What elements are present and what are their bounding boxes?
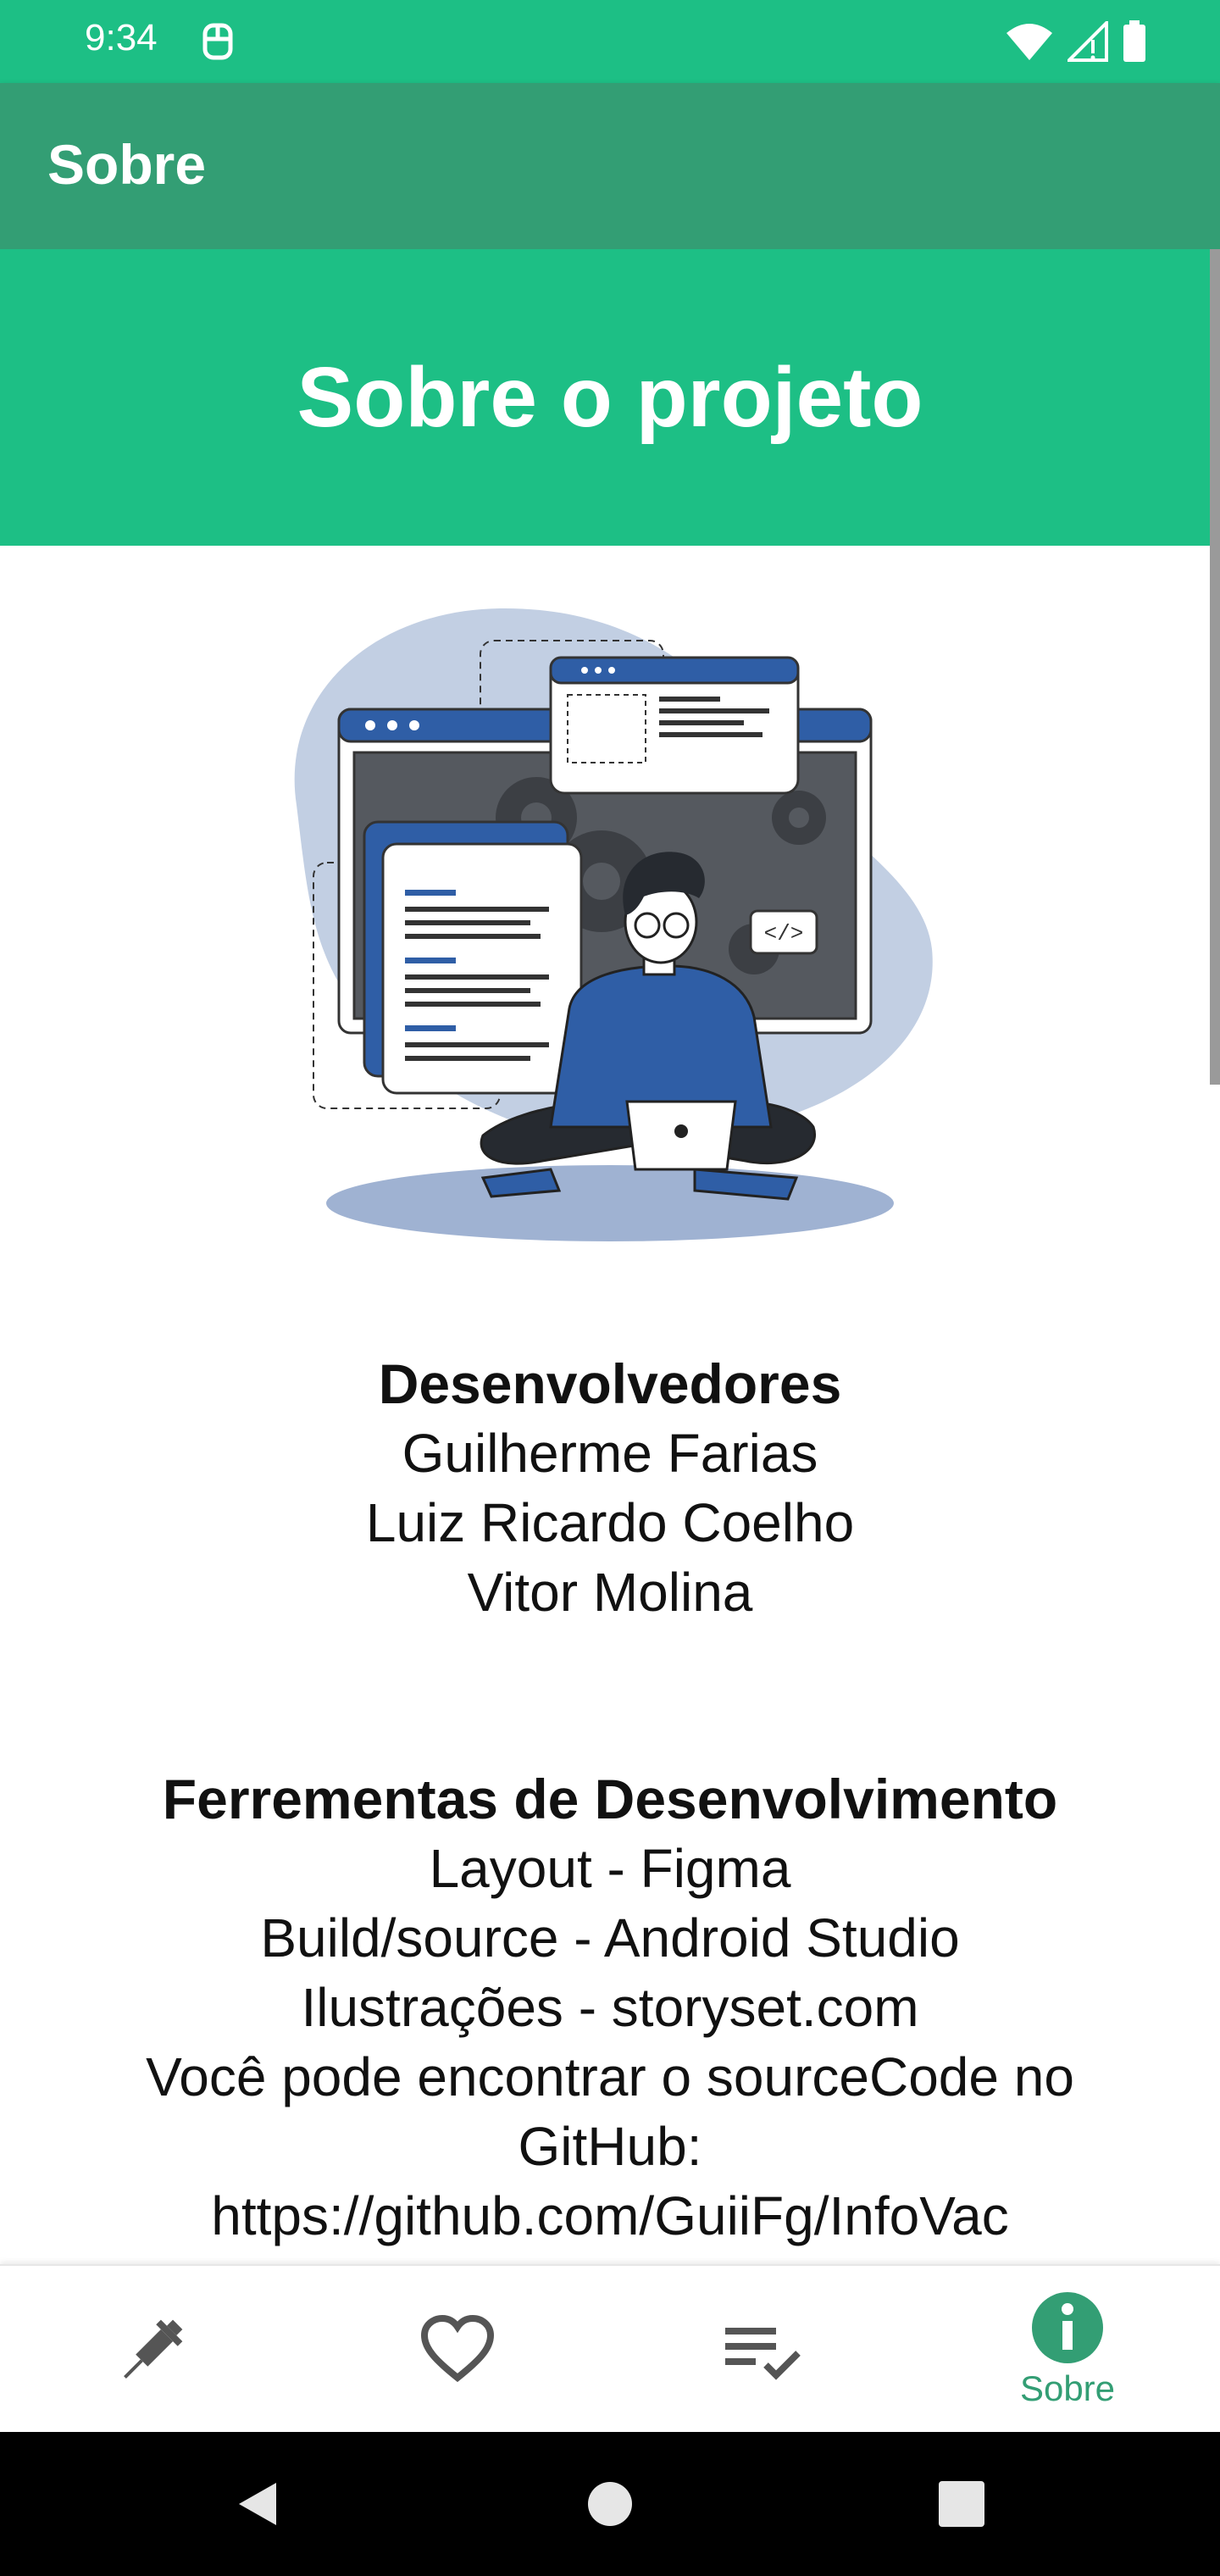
bottom-navigation: Sobre — [0, 2264, 1220, 2434]
source-code-text: Você pode encontrar o sourceCode no — [146, 2046, 1074, 2107]
tool-line: Ilustrações - storyset.com — [301, 1977, 919, 2038]
status-bar: 9:34 — [0, 0, 1220, 83]
developer-name: Luiz Ricardo Coelho — [365, 1492, 855, 1553]
heart-icon — [420, 2314, 495, 2383]
wifi-icon — [1006, 24, 1052, 60]
back-icon[interactable] — [227, 2474, 286, 2534]
checklist-icon — [725, 2328, 801, 2380]
info-icon — [1032, 2292, 1103, 2363]
developer-name: Guilherme Farias — [402, 1423, 818, 1484]
developers-section: Desenvolvedores Guilherme Farias Luiz Ri… — [0, 1349, 1220, 1627]
system-navigation-bar — [0, 2432, 1220, 2576]
github-link[interactable]: https://github.com/GuiiFg/InfoVac — [0, 2181, 1220, 2251]
tools-heading: Ferrementas de Desenvolvimento — [162, 1768, 1058, 1830]
tool-line: Layout - Figma — [429, 1838, 791, 1899]
source-code-text: GitHub: — [518, 2116, 702, 2177]
nav-item-vaccines[interactable] — [0, 2266, 305, 2434]
tool-line: Build/source - Android Studio — [260, 1907, 960, 1968]
status-time: 9:34 — [85, 17, 158, 58]
home-icon[interactable] — [580, 2474, 640, 2534]
nav-item-favorites[interactable] — [305, 2266, 610, 2434]
svg-text:</>: </> — [764, 921, 804, 947]
tools-section: Ferrementas de Desenvolvimento Layout - … — [0, 1764, 1220, 2251]
nav-item-list[interactable] — [610, 2266, 915, 2434]
scrollbar[interactable] — [1210, 249, 1220, 1085]
app-bar: Sobre — [0, 83, 1220, 249]
developer-illustration: </> — [294, 608, 933, 1241]
developer-name: Vitor Molina — [467, 1562, 753, 1623]
header-banner: Sobre o projeto — [0, 249, 1220, 546]
signal-icon — [1068, 21, 1108, 62]
recents-icon[interactable] — [932, 2474, 991, 2534]
syringe-icon — [124, 2319, 183, 2379]
nav-label-about: Sobre — [1019, 2368, 1116, 2408]
developers-heading: Desenvolvedores — [378, 1352, 842, 1415]
battery-icon — [1123, 20, 1145, 62]
notification-icon — [202, 23, 233, 60]
app-bar-title: Sobre — [47, 133, 207, 196]
nav-item-about[interactable]: Sobre — [915, 2266, 1220, 2434]
page-title: Sobre o projeto — [297, 349, 923, 445]
